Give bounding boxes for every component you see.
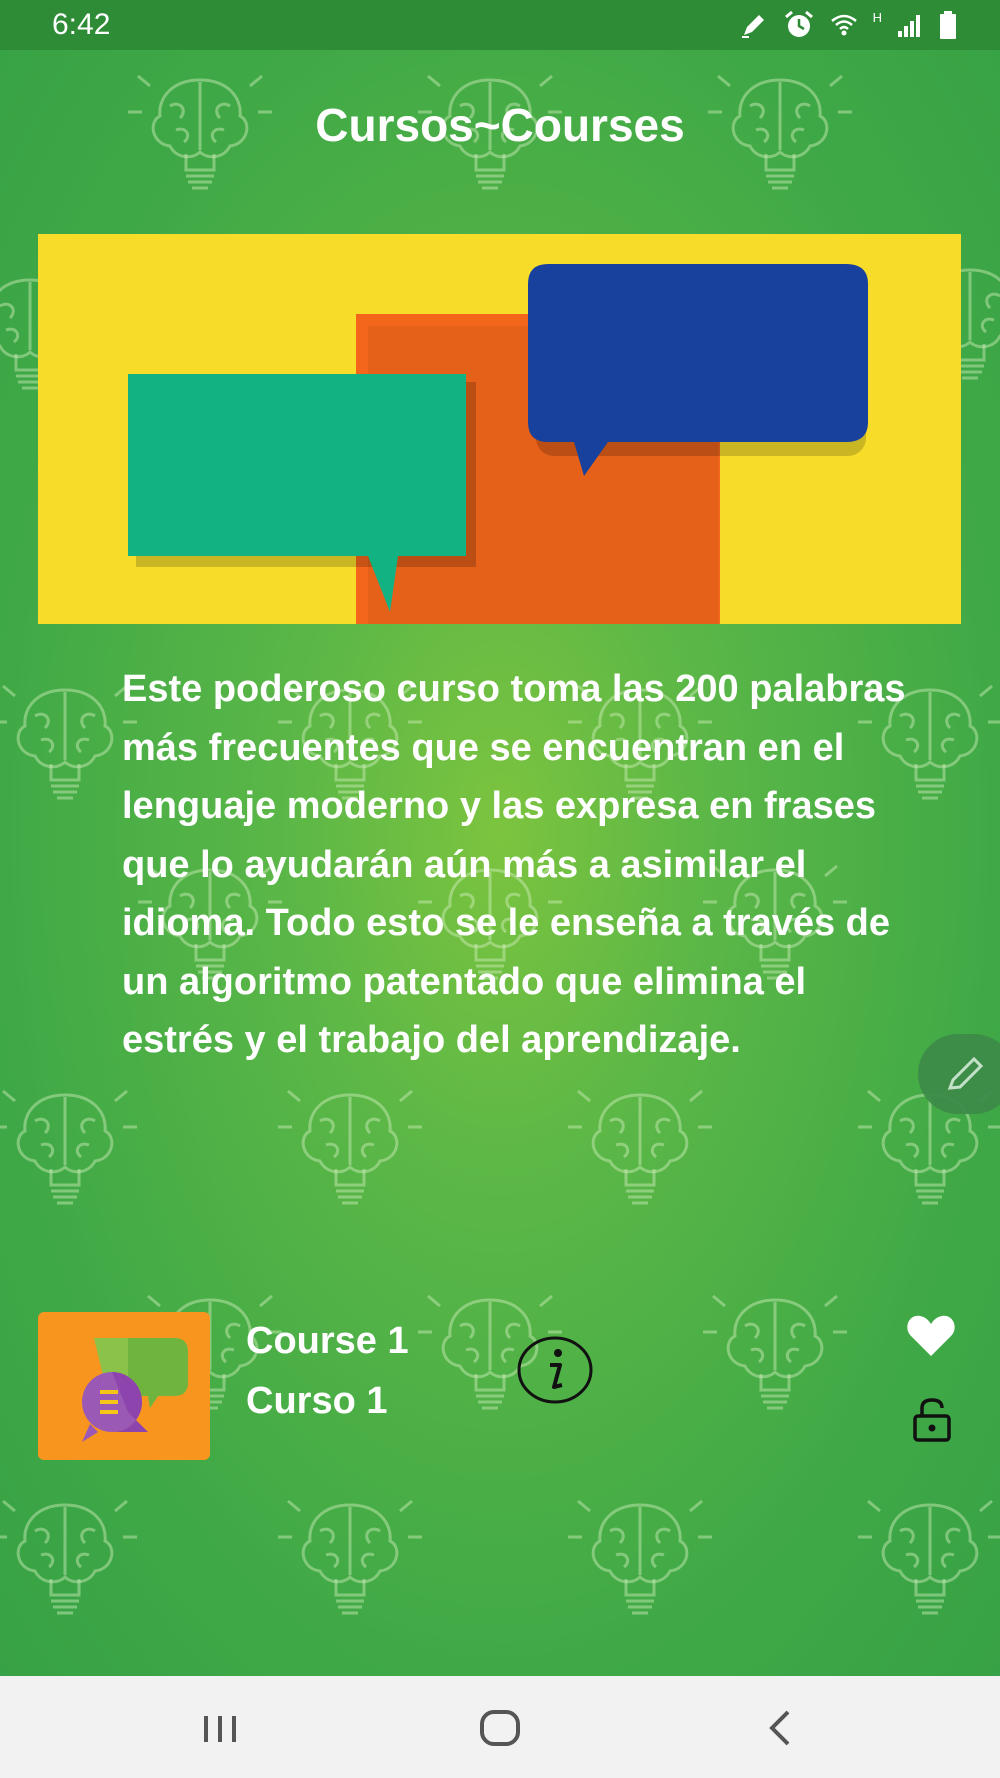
page-title: Cursos~Courses: [315, 99, 685, 151]
wifi-icon: [830, 14, 857, 36]
status-icons: H: [739, 8, 958, 42]
course-thumbnail[interactable]: [38, 1312, 210, 1460]
heart-icon[interactable]: [906, 1314, 956, 1358]
home-icon[interactable]: [470, 1706, 530, 1750]
system-nav-bar: [0, 1676, 1000, 1778]
chat-bubbles-logo-icon: [82, 1338, 188, 1442]
info-icon[interactable]: [516, 1335, 594, 1405]
course-title[interactable]: Course 1: [246, 1320, 409, 1363]
course-banner-image: [38, 234, 961, 624]
edit-icon: [741, 15, 764, 38]
course-description: Este poderoso curso toma las 200 palabra…: [122, 668, 906, 1061]
app-content: Cursos~Courses Este poderoso curso toma …: [0, 50, 1000, 1676]
status-bar: 6:42 H: [0, 0, 1000, 50]
recent-apps-icon[interactable]: [190, 1706, 250, 1750]
battery-icon: [940, 11, 956, 39]
signal-icon: [898, 15, 920, 37]
network-type-label: H: [872, 10, 882, 25]
course-subtitle[interactable]: Curso 1: [246, 1380, 387, 1423]
pencil-icon: [947, 1056, 984, 1090]
back-icon[interactable]: [750, 1706, 810, 1750]
status-time: 6:42: [52, 8, 111, 41]
unlock-icon[interactable]: [912, 1398, 952, 1442]
alarm-icon: [784, 10, 813, 37]
edit-fab-button[interactable]: [918, 1034, 1000, 1114]
